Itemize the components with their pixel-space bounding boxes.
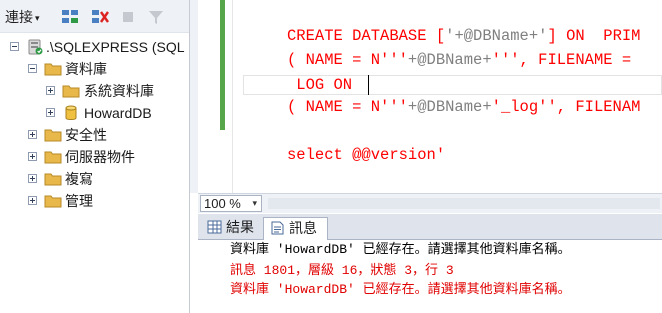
tree-node-label: HowardDB [84,105,152,121]
folder-icon [62,85,80,98]
code-line-1[interactable]: CREATE DATABASE ['+@DBName+'] ON PRIM [287,25,640,47]
folder-icon [44,63,62,76]
tab-messages[interactable]: 訊息 [263,217,328,241]
code-token: CREATE DATABASE [ [287,27,446,45]
change-tracking-gap [220,130,225,193]
error-message-line: 資料庫 'HowardDB' 已經存在。請選擇其他資料庫名稱。 [230,282,571,297]
text-caret [368,75,369,95]
code-line-3[interactable]: LOG ON [287,74,352,96]
expand-icon[interactable] [28,130,37,139]
folder-icon [44,129,62,142]
tree-node-databases[interactable]: 資料庫 [0,58,189,80]
connect-object-icon[interactable] [60,8,80,26]
tab-label: 訊息 [289,220,317,236]
code-token: +@DBName+ [407,98,492,116]
tree-node-label: 管理 [65,193,93,209]
expand-icon[interactable] [28,152,37,161]
tab-label: 結果 [226,219,254,235]
tree-node-label: 安全性 [65,127,107,143]
code-token: ] ON PRIM [547,27,641,45]
grid-icon [207,220,222,234]
zoom-value: 100 % [204,196,241,211]
change-tracking-bar [220,0,225,130]
disconnect-icon[interactable] [90,8,110,26]
tree-node-howarddb[interactable]: HowardDB [0,102,189,124]
expand-icon[interactable] [28,196,37,205]
server-icon [28,39,43,55]
database-icon [65,105,77,120]
messages-icon [271,221,284,235]
tree-node-label: .\SQLEXPRESS (SQL [46,39,185,55]
tree-node-label: 資料庫 [65,61,107,77]
code-line-4[interactable]: ( NAME = N'''+@DBName+'_log'', FILENAM [287,96,640,118]
tree-node-security[interactable]: 安全性 [0,124,189,146]
horizontal-scrollbar[interactable] [268,198,660,209]
tree-node-system-databases[interactable]: 系統資料庫 [0,80,189,102]
collapse-icon[interactable] [28,64,37,73]
editor-status-strip: 100 % ▾ [198,193,662,213]
connect-label: 連接 [5,9,33,25]
expand-icon[interactable] [28,174,37,183]
tree-node-label: 複寫 [65,171,93,187]
object-explorer-toolbar: 連接 ▾ [0,0,189,33]
tab-results[interactable]: 結果 [201,217,261,240]
tree-node-replication[interactable]: 複寫 [0,168,189,190]
tree-node-server-objects[interactable]: 伺服器物件 [0,146,189,168]
editor-gutter [190,0,198,193]
code-token: ( NAME = N''' [287,98,408,116]
query-editor[interactable]: CREATE DATABASE ['+@DBName+'] ON PRIM ( … [190,0,662,193]
code-token: select @@version' [287,146,446,164]
code-line-2[interactable]: ( NAME = N'''+@DBName+''', FILENAME = [287,49,640,71]
code-token: ''', FILENAME = [491,51,641,69]
tree-node-label: 伺服器物件 [65,149,135,165]
connect-button[interactable]: 連接 ▾ [5,7,40,27]
folder-icon [44,151,62,164]
code-token: +@DBName+ [407,51,492,69]
code-token: LOG ON [287,76,353,94]
object-explorer: 連接 ▾ .\SQLEXPRESS (SQL 資料庫 系統資料庫 HowardD… [0,0,190,313]
code-token: '_log'', FILENAM [491,98,641,116]
error-message-line: 訊息 1801，層級 16，狀態 3，行 3 [230,263,454,278]
results-tab-strip: 結果 訊息 [198,214,662,241]
code-line-6[interactable]: select @@version' [287,144,445,166]
folder-icon [44,173,62,186]
code-token: '+@DBName+' [445,27,548,45]
editor-margin-line [232,0,233,193]
expand-icon[interactable] [46,86,55,95]
stop-icon[interactable] [118,8,138,26]
expand-icon[interactable] [46,108,55,117]
zoom-select[interactable]: 100 % ▾ [200,195,262,212]
tree-node-label: 系統資料庫 [84,83,154,99]
message-line: 資料庫 'HowardDB' 已經存在。請選擇其他資料庫名稱。 [230,242,571,257]
folder-icon [44,195,62,208]
code-token: ( NAME = N''' [287,51,408,69]
messages-pane[interactable]: 資料庫 'HowardDB' 已經存在。請選擇其他資料庫名稱。 訊息 1801，… [198,240,662,313]
chevron-down-icon[interactable]: ▾ [252,196,257,211]
chevron-down-icon[interactable]: ▾ [35,13,40,23]
tree-node-server[interactable]: .\SQLEXPRESS (SQL [0,36,189,58]
tree-node-management[interactable]: 管理 [0,190,189,212]
collapse-icon[interactable] [10,42,19,51]
filter-icon[interactable] [146,8,166,26]
